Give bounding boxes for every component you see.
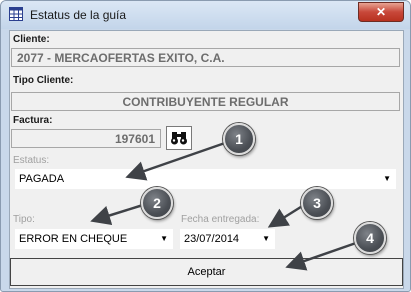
estatus-value: PAGADA — [19, 173, 65, 185]
dialog-window: Estatus de la guía ✕ Cliente: 2077 - MER… — [0, 0, 411, 292]
cliente-label: Cliente: — [13, 34, 50, 45]
estatus-dropdown[interactable]: PAGADA ▼ — [15, 169, 396, 189]
callout-marker-4: 4 — [354, 222, 386, 254]
close-icon: ✕ — [375, 5, 387, 19]
tipo-dropdown[interactable]: ERROR EN CHEQUE ▼ — [15, 229, 173, 249]
factura-label: Factura: — [13, 115, 53, 126]
tipo-value: ERROR EN CHEQUE — [19, 233, 128, 245]
window-title: Estatus de la guía — [30, 8, 127, 22]
search-invoice-button[interactable] — [166, 126, 192, 150]
chevron-down-icon: ▼ — [383, 174, 391, 183]
title-bar[interactable]: Estatus de la guía ✕ — [1, 1, 410, 29]
fecha-label: Fecha entregada: — [181, 214, 260, 225]
callout-marker-1: 1 — [223, 123, 255, 155]
callout-marker-2: 2 — [141, 187, 173, 219]
estatus-label: Estatus: — [13, 155, 50, 166]
chevron-down-icon: ▼ — [160, 234, 168, 243]
dialog-body: Cliente: 2077 - MERCAOFERTAS EXITO, C.A.… — [9, 30, 404, 289]
chevron-down-icon: ▼ — [262, 234, 270, 243]
tipo-label: Tipo: — [13, 214, 35, 225]
cliente-field: 2077 - MERCAOFERTAS EXITO, C.A. — [11, 48, 400, 67]
tipo-cliente-label: Tipo Cliente: — [13, 75, 74, 86]
fecha-date-picker[interactable]: 23/07/2014 ▼ — [180, 229, 275, 249]
close-button[interactable]: ✕ — [358, 2, 404, 22]
tipo-cliente-field: CONTRIBUYENTE REGULAR — [11, 92, 400, 111]
callout-marker-3: 3 — [301, 187, 333, 219]
fecha-value: 23/07/2014 — [184, 233, 240, 245]
table-app-icon — [9, 7, 23, 21]
aceptar-button[interactable]: Aceptar — [10, 258, 403, 286]
factura-field[interactable]: 197601 — [11, 129, 161, 148]
binoculars-icon — [171, 132, 187, 145]
